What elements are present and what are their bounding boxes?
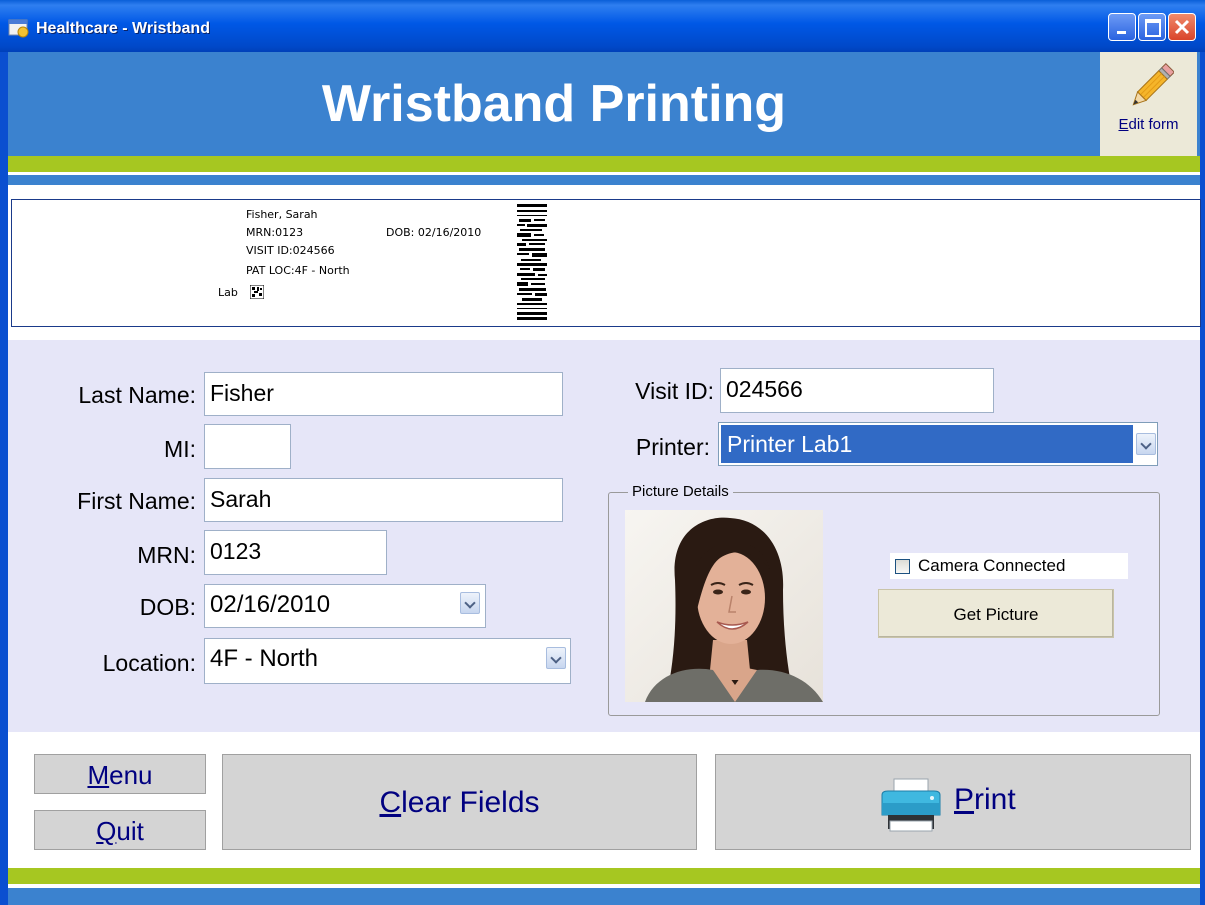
chevron-down-icon[interactable] [1136,433,1156,455]
barcode [517,204,547,320]
last-name-label: Last Name: [78,382,196,408]
page-title: Wristband Printing [321,75,787,133]
camera-connected-label: Camera Connected [918,556,1066,575]
preview-visit-id: VISIT ID:024566 [246,244,335,257]
mi-label: MI: [164,436,196,462]
preview-mrn: MRN:0123 [246,226,304,239]
edit-form-label: Edit form [1118,116,1179,133]
window-title: Healthcare - Wristband [36,20,210,37]
header-blue-stripe [8,175,1200,185]
location-value: 4F - North [210,645,319,672]
maximize-icon[interactable] [1138,13,1166,41]
dob-value: 02/16/2010 [210,591,331,618]
footer-blue-stripe [8,888,1200,905]
dob-label: DOB: [139,594,196,620]
preview-name: Fisher, Sarah [246,208,318,221]
clear-fields-button[interactable]: Clear Fields [222,754,697,850]
chevron-down-icon[interactable] [460,592,480,614]
patient-photo [625,510,823,702]
minimize-icon[interactable] [1108,13,1136,41]
data-matrix [249,284,265,304]
preview-lab: Lab [218,286,238,299]
get-picture-button[interactable]: Get Picture [878,589,1114,638]
menu-button[interactable]: Menu [34,754,206,794]
last-name-field[interactable]: Fisher [204,372,563,416]
print-button[interactable]: Print [715,754,1191,850]
visit-id-field[interactable]: 024566 [720,368,994,413]
header-accent-stripe [8,156,1200,172]
header-banner: Wristband Printing [8,52,1200,156]
printer-select[interactable]: Printer Lab1 [718,422,1158,466]
mi-field[interactable] [204,424,291,469]
picture-details-label: Picture Details [628,483,733,500]
visit-id-label: Visit ID: [635,378,714,404]
preview-location: PAT LOC:4F - North [246,264,350,277]
app-icon [8,18,30,38]
printer-label: Printer: [635,434,710,460]
close-icon[interactable] [1168,13,1196,41]
first-name-field[interactable]: Sarah [204,478,563,522]
preview-dob: DOB: 02/16/2010 [386,226,482,239]
title-bar: Healthcare - Wristband [0,0,1205,52]
window-border-right [1200,52,1205,905]
wristband-preview: Fisher, Sarah MRN:0123 DOB: 02/16/2010 V… [11,199,1201,327]
printer-icon [878,777,944,833]
window-border-left [0,52,8,905]
edit-form-button[interactable]: Edit form [1100,52,1197,156]
quit-button[interactable]: Quit [34,810,206,850]
printer-selected-value: Printer Lab1 [721,425,1133,463]
pencil-icon [1128,62,1176,112]
chevron-down-icon[interactable] [546,647,566,669]
location-field[interactable]: 4F - North [204,638,571,684]
mrn-label: MRN: [137,542,196,568]
print-label: Print [954,783,1016,816]
mrn-field[interactable]: 0123 [204,530,387,575]
first-name-label: First Name: [77,488,196,514]
footer-accent-stripe [8,868,1200,884]
dob-field[interactable]: 02/16/2010 [204,584,486,628]
camera-connected-checkbox[interactable] [895,559,910,574]
location-label: Location: [102,650,196,676]
